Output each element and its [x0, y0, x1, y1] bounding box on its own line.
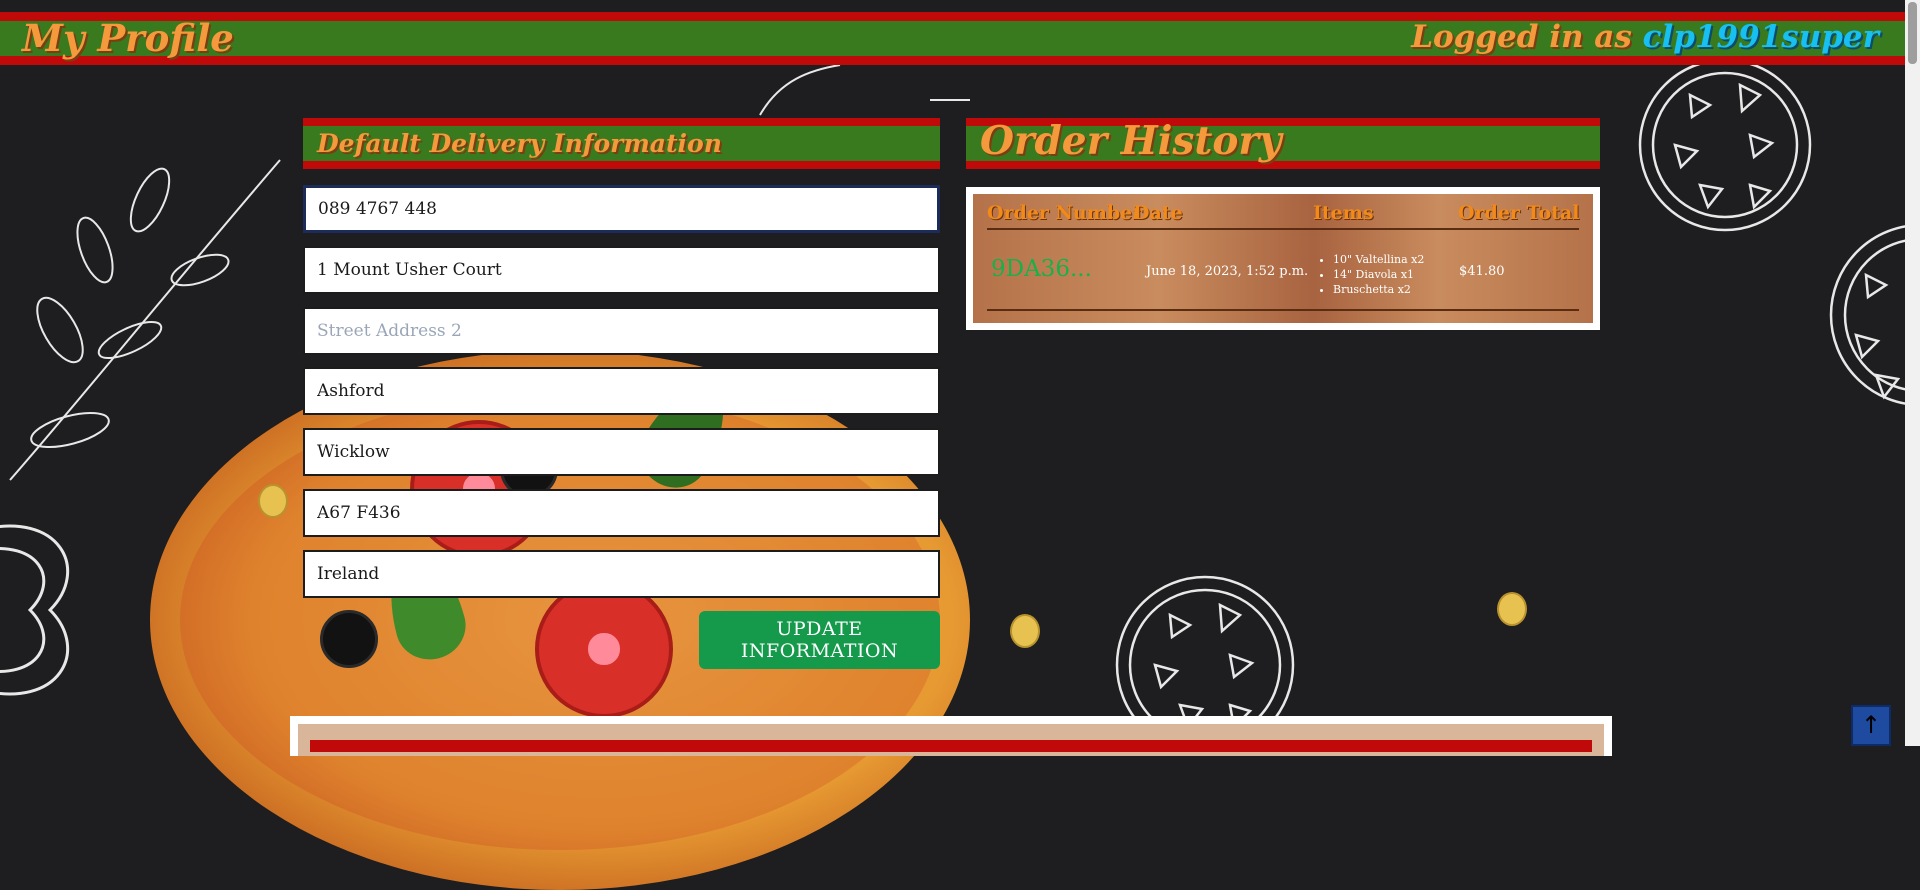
- tomato-slice-doodle: [1829, 225, 1906, 405]
- order-history-table: Order Number Date Items Order Total 9DA3…: [966, 187, 1600, 330]
- olive-branch-doodle: [9, 159, 281, 481]
- update-information-button[interactable]: UPDATE INFORMATION: [699, 611, 940, 669]
- bottom-section-heading-bar: [310, 740, 1592, 752]
- herb-doodle: [759, 64, 970, 116]
- back-to-top-button[interactable]: ↑: [1851, 705, 1891, 746]
- corn-kernel: [1497, 592, 1527, 626]
- delivery-heading: Default Delivery Information: [317, 129, 722, 158]
- corn-kernel: [1010, 614, 1040, 648]
- pepper-doodle: [0, 524, 69, 696]
- corn-kernel: [258, 484, 288, 518]
- country-field[interactable]: [303, 550, 940, 598]
- page-scrollbar[interactable]: [1905, 0, 1920, 746]
- list-item: 14" Diavola x1: [1333, 267, 1424, 282]
- column-header-order-total: Order Total: [1458, 202, 1580, 224]
- town-field[interactable]: [303, 367, 940, 415]
- postcode-field[interactable]: [303, 489, 940, 537]
- phone-field[interactable]: [303, 185, 940, 233]
- bottom-section-card: [290, 716, 1612, 756]
- order-history-heading: Order History: [980, 118, 1282, 164]
- street-address-2-field[interactable]: [303, 307, 940, 355]
- top-strip: [0, 0, 1905, 12]
- county-field[interactable]: [303, 428, 940, 476]
- order-date: June 18, 2023, 1:52 p.m.: [1146, 264, 1309, 279]
- order-number-link[interactable]: 9DA36...: [991, 256, 1092, 282]
- table-divider: [987, 228, 1579, 230]
- page-header: My Profile Logged in as clp1991super: [0, 12, 1905, 65]
- arrow-up-icon: ↑: [1860, 711, 1882, 739]
- list-item: 10" Valtellina x2: [1333, 252, 1424, 267]
- table-divider: [987, 309, 1579, 311]
- delivery-heading-bar: Default Delivery Information: [303, 118, 940, 169]
- order-history-heading-bar: Order History: [966, 118, 1600, 169]
- login-prefix: Logged in as: [1411, 19, 1643, 55]
- tomato-slice-doodle: [1638, 58, 1812, 232]
- username: clp1991super: [1642, 19, 1879, 55]
- login-status: Logged in as clp1991super: [1411, 19, 1879, 55]
- order-total: $41.80: [1459, 264, 1505, 279]
- street-address-1-field[interactable]: [303, 246, 940, 294]
- column-header-items: Items: [1313, 202, 1374, 224]
- scrollbar-thumb[interactable]: [1908, 2, 1917, 64]
- column-header-date: Date: [1133, 202, 1183, 224]
- list-item: Bruschetta x2: [1333, 282, 1424, 297]
- order-items-list: 10" Valtellina x2 14" Diavola x1 Brusche…: [1317, 252, 1424, 297]
- column-header-order-number: Order Number: [987, 202, 1143, 224]
- page-title: My Profile: [22, 16, 234, 60]
